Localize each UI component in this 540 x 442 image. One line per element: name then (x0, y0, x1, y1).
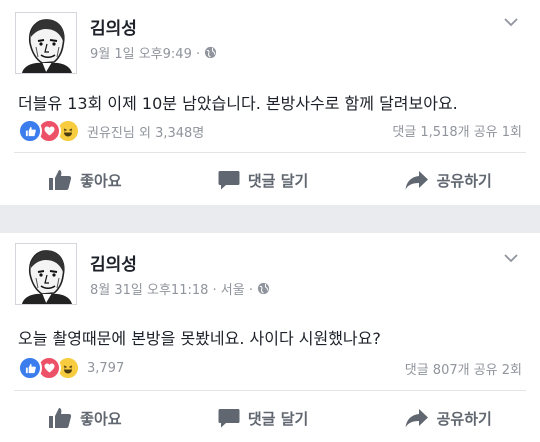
thumbs-up-icon (18, 119, 42, 143)
comment-button[interactable]: 댓글 달기 (218, 408, 308, 429)
thumb-icon (49, 170, 72, 190)
post-actions: 좋아요 댓글 달기 공유하기 (0, 169, 540, 191)
chevron-down-icon[interactable] (504, 253, 518, 263)
share-label: 공유하기 (436, 171, 492, 190)
share-arrow-icon (405, 171, 428, 190)
comment-label: 댓글 달기 (247, 409, 309, 428)
reaction-summary[interactable]: 3,797 (18, 356, 124, 380)
post-card: 김의성 8월 31일 오후11:18 · 서울 · 오늘 촬영때문에 본방을 못… (0, 233, 540, 442)
divider (14, 152, 526, 153)
globe-icon (205, 46, 217, 59)
reaction-summary[interactable]: 권유진님 외 3,348명 (18, 119, 204, 143)
divider (14, 390, 526, 391)
share-button[interactable]: 공유하기 (405, 170, 492, 191)
like-button[interactable]: 좋아요 (48, 407, 122, 429)
post-timestamp[interactable]: 9월 1일 오후9:49 · (90, 43, 200, 62)
avatar[interactable] (15, 243, 77, 305)
portrait-sketch-icon (16, 244, 76, 304)
comment-share-stats[interactable]: 댓글 807개 공유 2회 (405, 359, 522, 378)
chevron-down-icon[interactable] (504, 17, 518, 27)
author-name[interactable]: 김의성 (90, 14, 137, 39)
share-label: 공유하기 (436, 409, 492, 428)
post-timestamp[interactable]: 8월 31일 오후11:18 · 서울 · (90, 279, 253, 298)
like-button[interactable]: 좋아요 (48, 169, 122, 191)
share-arrow-icon (405, 409, 428, 428)
speech-bubble-icon (218, 171, 240, 190)
reactions-label: 3,797 (87, 360, 125, 376)
thumbs-up-icon (18, 356, 42, 380)
post-text: 오늘 촬영때문에 본방을 못봤네요. 사이다 시원했나요? (18, 329, 381, 348)
like-label: 좋아요 (80, 171, 122, 190)
speech-bubble-icon (218, 409, 240, 428)
portrait-sketch-icon (16, 13, 76, 73)
comment-label: 댓글 달기 (247, 171, 309, 190)
author-name[interactable]: 김의성 (90, 250, 137, 275)
post-card: 김의성 9월 1일 오후9:49 · 더블유 13회 이제 10분 남았습니다.… (0, 0, 540, 205)
post-meta: 8월 31일 오후11:18 · 서울 · (90, 279, 270, 298)
comment-button[interactable]: 댓글 달기 (218, 170, 308, 191)
globe-icon (257, 282, 270, 295)
share-button[interactable]: 공유하기 (405, 408, 492, 429)
comment-share-stats[interactable]: 댓글 1,518개 공유 1회 (392, 121, 522, 140)
avatar[interactable] (15, 12, 77, 74)
post-actions: 좋아요 댓글 달기 공유하기 (0, 407, 540, 429)
post-text: 더블유 13회 이제 10분 남았습니다. 본방사수로 함께 달려보아요. (18, 94, 458, 113)
like-label: 좋아요 (80, 409, 122, 428)
thumb-icon (49, 408, 72, 428)
reactions-label: 권유진님 외 3,348명 (87, 125, 205, 141)
post-meta: 9월 1일 오후9:49 · (90, 43, 217, 62)
feed-separator (0, 205, 540, 233)
